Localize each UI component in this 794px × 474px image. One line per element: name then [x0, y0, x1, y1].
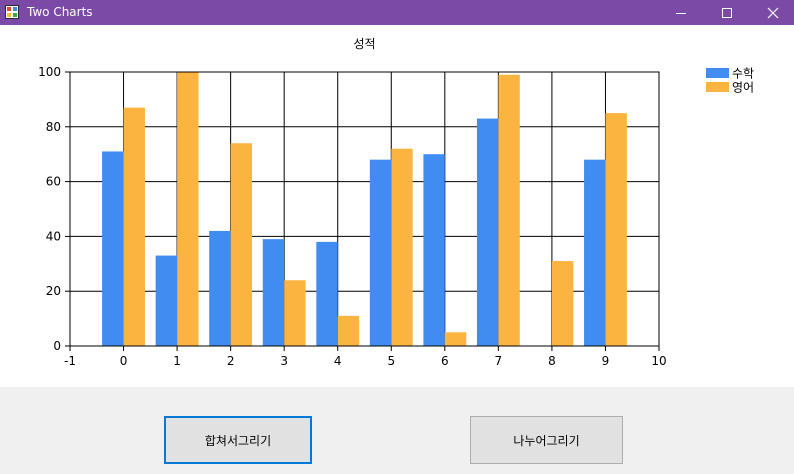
- bar-english-2: [230, 143, 253, 346]
- x-tick-label: 3: [280, 354, 288, 368]
- close-icon: [767, 7, 779, 18]
- split-draw-button[interactable]: 나누어그리기: [470, 416, 623, 464]
- x-tick-label: 1: [173, 354, 181, 368]
- bar-english-5: [391, 148, 413, 346]
- bar-english-6: [444, 332, 467, 346]
- bar-english-9: [605, 113, 627, 346]
- y-tick-label: 100: [38, 65, 61, 79]
- x-tick-label: 7: [495, 354, 503, 368]
- window-title: Two Charts: [27, 5, 93, 19]
- x-tick-label: 0: [120, 354, 128, 368]
- y-tick-label: 60: [46, 175, 61, 189]
- x-tick-label: 8: [548, 354, 556, 368]
- legend-label-math: 수학: [732, 67, 754, 81]
- bar-math-6: [423, 154, 445, 346]
- merge-draw-button-label: 합쳐서그리기: [204, 433, 272, 448]
- legend-label-english: 영어: [732, 81, 754, 95]
- y-tick-label: 80: [46, 120, 61, 134]
- bar-english-0: [123, 107, 145, 347]
- y-tick-label: 0: [53, 339, 61, 353]
- legend-swatch-math: [706, 68, 729, 78]
- x-tick-label: 6: [441, 354, 449, 368]
- bar-english-7: [498, 74, 520, 347]
- bar-math-4: [316, 241, 338, 346]
- chart-area: 성적 0 20 40 60 80 100 -1 0 1 2 3 4 5 6 7 8 9 10 수학 영어: [0, 25, 794, 387]
- merge-draw-button[interactable]: 합쳐서그리기: [164, 416, 312, 464]
- minimize-button[interactable]: [658, 0, 704, 25]
- x-tick-label: -1: [64, 354, 76, 368]
- close-button[interactable]: [750, 0, 794, 25]
- bar-math-5: [369, 159, 392, 346]
- bar-english-1: [177, 72, 199, 346]
- bar-math-2: [209, 230, 231, 346]
- x-tick-label: 4: [334, 354, 342, 368]
- split-draw-button-label: 나누어그리기: [513, 433, 580, 448]
- bar-math-0: [102, 151, 124, 346]
- title-bar: Two Charts: [0, 0, 794, 25]
- y-tick-label: 20: [46, 284, 61, 298]
- x-tick-label: 10: [651, 354, 666, 368]
- bar-chart: 성적020406080100-1 0 1 2 3 4 5 6 7 8 9 10수학영어: [38, 37, 754, 368]
- maximize-button[interactable]: [704, 0, 750, 25]
- legend-swatch-english: [706, 82, 729, 92]
- bar-math-7: [476, 118, 499, 346]
- maximize-icon: [722, 7, 732, 18]
- chart-title: 성적: [353, 37, 375, 51]
- x-tick-label: 9: [602, 354, 610, 368]
- bar-english-4: [337, 315, 360, 346]
- bar-math-9: [584, 159, 606, 346]
- minimize-icon: [676, 12, 686, 14]
- y-tick-label: 40: [46, 229, 61, 243]
- x-tick-label: 5: [387, 354, 395, 368]
- app-icon: [5, 5, 19, 19]
- bar-math-3: [262, 239, 285, 346]
- bar-english-3: [284, 280, 306, 346]
- bar-english-8: [551, 261, 574, 346]
- x-tick-label: 2: [227, 354, 235, 368]
- bar-math-1: [155, 255, 178, 346]
